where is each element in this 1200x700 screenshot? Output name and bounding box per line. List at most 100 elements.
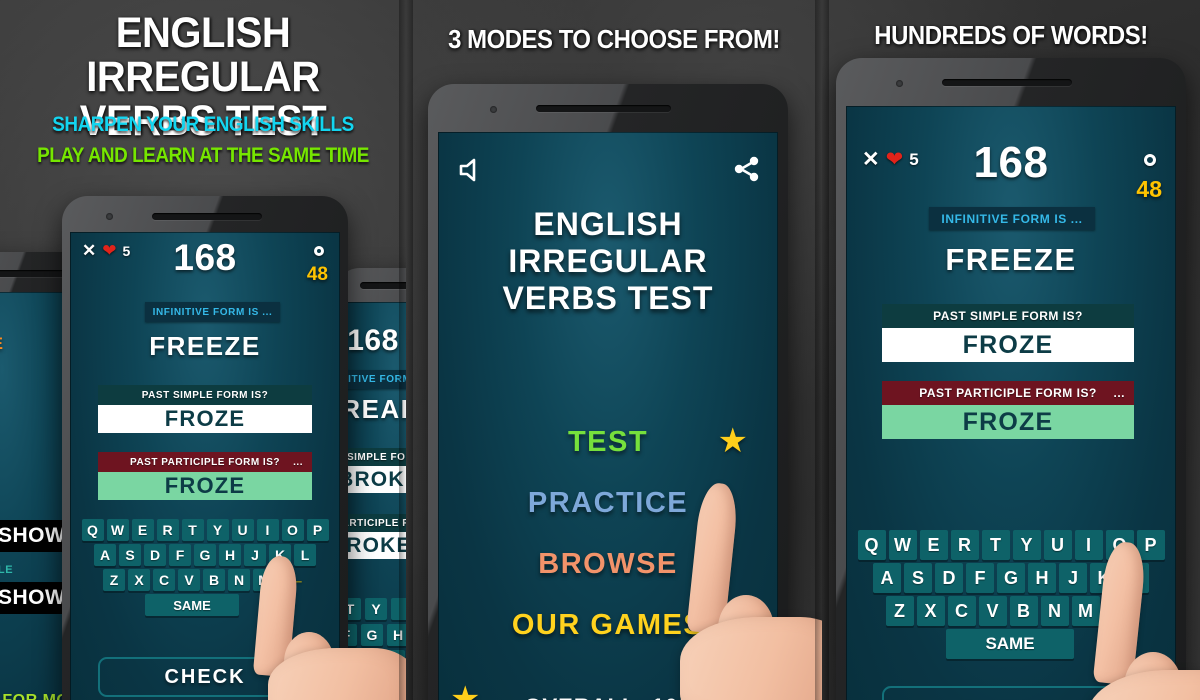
score-value: 168: [973, 138, 1049, 187]
key-C[interactable]: C: [947, 596, 976, 626]
bg-key[interactable]: Y: [365, 598, 387, 620]
bg-keyboard-row-3: C V B: [340, 650, 406, 672]
timer-value: 48: [306, 264, 328, 285]
key-G[interactable]: G: [997, 563, 1025, 593]
key-Y[interactable]: Y: [1012, 530, 1041, 560]
key-V[interactable]: V: [178, 569, 200, 591]
past-simple-value[interactable]: FROZE: [882, 328, 1134, 362]
key-V[interactable]: V: [978, 596, 1007, 626]
key-R[interactable]: R: [156, 519, 179, 541]
key-J[interactable]: J: [1059, 563, 1087, 593]
key-D[interactable]: D: [935, 563, 963, 593]
bg-key[interactable]: B: [383, 650, 405, 672]
key-P[interactable]: P: [306, 519, 329, 541]
key-W[interactable]: W: [106, 519, 129, 541]
sound-icon[interactable]: [456, 156, 484, 184]
key-S[interactable]: S: [904, 563, 932, 593]
key-O[interactable]: O: [1105, 530, 1134, 560]
share-icon[interactable]: [732, 154, 762, 184]
keyboard-row-2: A S D F G H J K L: [852, 563, 1170, 593]
bg-key[interactable]: H: [387, 624, 406, 646]
key-Q[interactable]: Q: [81, 519, 104, 541]
past-participle-label-text: PAST PARTICIPLE FORM IS?: [919, 386, 1097, 400]
key-L[interactable]: L: [294, 544, 316, 566]
key-I[interactable]: I: [1074, 530, 1103, 560]
panel-middle: 3 MODES TO CHOOSE FROM! ENGLISH IRREGULA…: [406, 0, 822, 700]
ring-icon[interactable]: [1144, 154, 1156, 166]
keyboard-row-2: A S D F G H J K L: [78, 544, 332, 566]
key-A[interactable]: A: [873, 563, 901, 593]
key-T[interactable]: T: [981, 530, 1010, 560]
key-Z[interactable]: Z: [103, 569, 125, 591]
key-Q[interactable]: Q: [857, 530, 886, 560]
key-M[interactable]: M: [1071, 596, 1100, 626]
key-C[interactable]: C: [153, 569, 175, 591]
question-word: FREEZE: [149, 331, 261, 361]
bg-key[interactable]: [391, 598, 406, 620]
key-K[interactable]: K: [1090, 563, 1118, 593]
key-Y[interactable]: Y: [206, 519, 229, 541]
game-screen-right: ✕ ❤ 5 168 48 INFINITIVE FORM IS ... FREE…: [846, 106, 1176, 700]
key-E[interactable]: E: [919, 530, 948, 560]
check-button[interactable]: CHECK: [98, 657, 312, 697]
prompt-chip: INFINITIVE FORM IS ...: [929, 207, 1095, 230]
key-S[interactable]: S: [119, 544, 141, 566]
menu-item-our-games[interactable]: OUR GAMES: [438, 609, 778, 642]
past-participle-value[interactable]: FROZE: [98, 472, 312, 500]
bg-key[interactable]: V: [357, 650, 379, 672]
keyboard-row-1: Q W E R T Y U I O P: [78, 519, 332, 541]
browse-title: BROWSE: [0, 334, 4, 354]
key-F[interactable]: F: [966, 563, 994, 593]
key-Z[interactable]: Z: [885, 596, 914, 626]
key-L[interactable]: L: [1121, 563, 1149, 593]
panel-right: HUNDREDS OF WORDS! ✕ ❤ 5 168 48 INFINITI…: [822, 0, 1200, 700]
key-O[interactable]: O: [281, 519, 304, 541]
menu-item-browse[interactable]: BROWSE: [438, 548, 778, 581]
key-B[interactable]: B: [203, 569, 225, 591]
backspace-arrow-icon[interactable]: ←: [1109, 596, 1137, 626]
past-participle-value[interactable]: FROZE: [882, 405, 1134, 439]
keyboard-row-1: Q W E R T Y U I O P: [852, 530, 1170, 560]
backspace-arrow-icon[interactable]: ←: [285, 569, 307, 591]
promo-screenshot-collage: BROWSE INFINITIVE ARISE SIMPLE PAST TAP …: [0, 0, 1200, 700]
past-simple-label: PAST SIMPLE FORM IS?: [882, 304, 1134, 328]
check-button[interactable]: CHECK: [882, 686, 1134, 700]
bg-key[interactable]: G: [361, 624, 383, 646]
key-X[interactable]: X: [128, 569, 150, 591]
past-participle-hint: ...: [293, 456, 303, 468]
score-value: 168: [173, 237, 237, 278]
key-K[interactable]: K: [269, 544, 291, 566]
key-X[interactable]: X: [916, 596, 945, 626]
past-simple-value[interactable]: FROZE: [98, 405, 312, 433]
key-D[interactable]: D: [144, 544, 166, 566]
key-M[interactable]: M: [253, 569, 275, 591]
key-P[interactable]: P: [1136, 530, 1165, 560]
menu-title-line2: IRREGULAR: [508, 243, 708, 280]
key-A[interactable]: A: [94, 544, 116, 566]
menu-item-practice[interactable]: PRACTICE: [438, 487, 778, 520]
key-F[interactable]: F: [169, 544, 191, 566]
key-N[interactable]: N: [1040, 596, 1069, 626]
bg-same-key[interactable]: SAME: [340, 676, 406, 698]
key-H[interactable]: H: [1028, 563, 1056, 593]
same-key[interactable]: SAME: [946, 629, 1074, 659]
key-U[interactable]: U: [231, 519, 254, 541]
key-B[interactable]: B: [1009, 596, 1038, 626]
key-W[interactable]: W: [888, 530, 917, 560]
key-J[interactable]: J: [244, 544, 266, 566]
key-N[interactable]: N: [228, 569, 250, 591]
key-E[interactable]: E: [131, 519, 154, 541]
key-H[interactable]: H: [219, 544, 241, 566]
bg-prompt-chip: INFINITIVE FORM IS ...: [340, 370, 406, 389]
headline-middle: 3 MODES TO CHOOSE FROM!: [448, 24, 780, 54]
ring-icon[interactable]: [314, 246, 324, 256]
key-U[interactable]: U: [1043, 530, 1072, 560]
key-R[interactable]: R: [950, 530, 979, 560]
same-key[interactable]: SAME: [145, 594, 239, 616]
bg-keyboard-row-2: F G H: [340, 624, 406, 646]
keyboard-row-3: Z X C V B N M ←: [78, 569, 332, 591]
key-I[interactable]: I: [256, 519, 279, 541]
browse-past-participle-label: PAST PARTICIPLE: [0, 564, 14, 576]
key-T[interactable]: T: [181, 519, 204, 541]
key-G[interactable]: G: [194, 544, 216, 566]
